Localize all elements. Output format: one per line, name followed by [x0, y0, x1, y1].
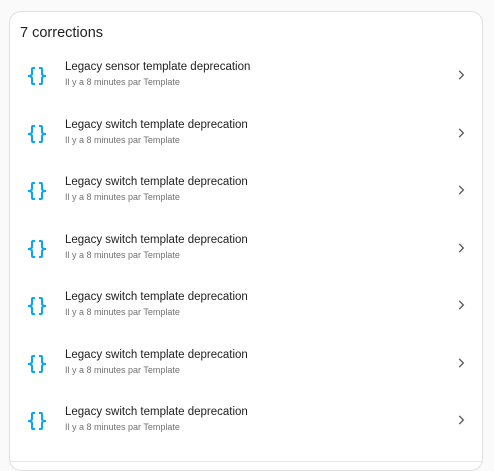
item-title: Legacy switch template deprecation [65, 118, 248, 131]
card-divider [10, 461, 482, 462]
curly-braces-icon [24, 121, 50, 147]
item-subtitle: Il y a 8 minutes par Template [65, 422, 180, 432]
chevron-right-icon [454, 413, 468, 427]
curly-braces-icon [24, 293, 50, 319]
item-title: Legacy switch template deprecation [65, 406, 248, 418]
curly-braces-icon [24, 351, 50, 377]
list-item[interactable]: Legacy switch template deprecation Il y … [10, 224, 482, 282]
item-text: Legacy sensor template deprecation Il y … [65, 60, 250, 89]
list-item[interactable]: Legacy switch template deprecation Il y … [10, 166, 482, 224]
item-text: Legacy switch template deprecation Il y … [65, 290, 248, 319]
chevron-right-icon [454, 183, 468, 197]
chevron-right-icon [454, 241, 468, 255]
item-subtitle: Il y a 8 minutes par Template [65, 192, 180, 202]
list-item[interactable]: Legacy switch template deprecation Il y … [10, 396, 482, 454]
item-text: Legacy switch template deprecation Il y … [65, 118, 248, 147]
curly-braces-icon [24, 236, 50, 262]
item-title: Legacy sensor template deprecation [65, 61, 251, 73]
item-subtitle: Il y a 8 minutes par Template [65, 364, 180, 375]
item-text: Legacy switch template deprecation Il y … [65, 405, 248, 434]
item-subtitle: Il y a 8 minutes par Template [65, 134, 180, 145]
item-title: Legacy switch template deprecation [65, 233, 248, 246]
item-subtitle: Il y a 8 minutes par Template [65, 307, 180, 317]
item-title: Legacy switch template deprecation [65, 291, 248, 303]
item-text: Legacy switch template deprecation Il y … [65, 175, 248, 204]
chevron-right-icon [454, 298, 468, 312]
list-item[interactable]: Legacy switch template deprecation Il y … [10, 109, 482, 167]
card-title: 7 corrections [20, 25, 104, 41]
list-item[interactable]: Legacy sensor template deprecation Il y … [10, 51, 482, 109]
item-subtitle: Il y a 8 minutes par Template [65, 249, 180, 260]
chevron-right-icon [454, 68, 468, 82]
curly-braces-icon [24, 178, 50, 204]
curly-braces-icon [24, 408, 50, 434]
list-item[interactable]: Legacy switch template deprecation Il y … [10, 281, 482, 339]
list-item[interactable]: Legacy switch template deprecation Il y … [10, 339, 482, 397]
chevron-right-icon [454, 126, 468, 140]
repairs-card: 7 corrections Legacy sensor template dep… [9, 11, 483, 471]
item-subtitle: Il y a 8 minutes par Template [65, 77, 180, 87]
curly-braces-icon [24, 63, 50, 89]
item-text: Legacy switch template deprecation Il y … [65, 233, 248, 262]
item-text: Legacy switch template deprecation Il y … [65, 348, 248, 377]
item-title: Legacy switch template deprecation [65, 348, 248, 361]
repairs-list: Legacy sensor template deprecation Il y … [10, 51, 482, 454]
chevron-right-icon [454, 356, 468, 370]
item-title: Legacy switch template deprecation [65, 176, 248, 188]
